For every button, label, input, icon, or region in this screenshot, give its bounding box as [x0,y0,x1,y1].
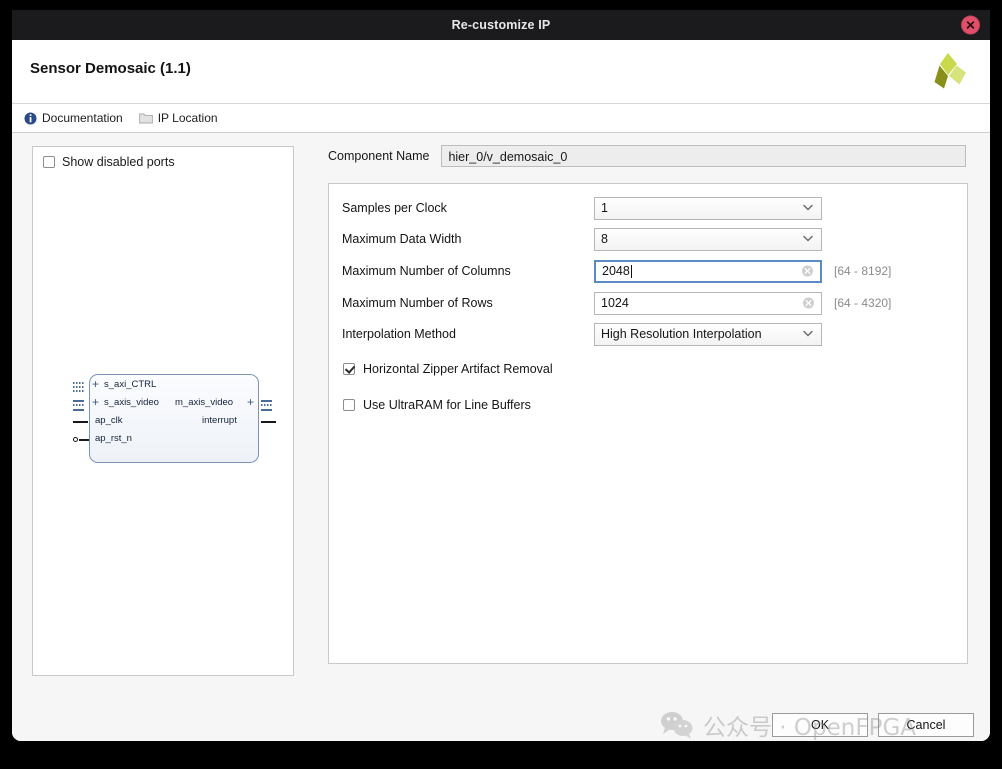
chevron-down-icon [803,205,813,212]
hint-maximum-number-of-columns: [64 - 8192] [834,264,891,278]
select-maximum-data-width-value: 8 [601,232,608,246]
page-title: Sensor Demosaic (1.1) [30,60,191,77]
label-maximum-number-of-columns: Maximum Number of Columns [342,264,594,278]
hint-maximum-number-of-rows: [64 - 4320] [834,296,891,310]
ip-location-label: IP Location [158,111,218,125]
port-label-interrupt: interrupt [202,415,237,426]
ok-button[interactable]: OK [772,713,868,737]
input-maximum-number-of-columns-value: 2048 [602,264,630,278]
input-maximum-number-of-rows[interactable]: 1024 [594,292,822,315]
text-cursor [631,265,632,278]
port-label-ap-rst-n: ap_rst_n [95,433,132,444]
label-maximum-data-width: Maximum Data Width [342,232,594,246]
show-disabled-ports-label: Show disabled ports [62,155,175,169]
clear-columns-icon[interactable] [802,266,813,277]
re-customize-ip-dialog: Re-customize IP Sensor Demosaic (1.1) [12,10,990,741]
xilinx-logo-icon [926,50,970,94]
close-small-icon [805,300,812,307]
dialog-toolbar: Documentation IP Location [12,104,990,133]
s-axis-video-expand-icon[interactable]: + [92,396,99,408]
m-axis-video-pin-icon [261,400,272,412]
ip-location-link[interactable]: IP Location [139,111,218,125]
dialog-footer: OK Cancel [12,693,990,741]
dialog-title: Re-customize IP [452,18,551,32]
checkbox-use-ultraram-for-line-buffers[interactable]: Use UltraRAM for Line Buffers [343,398,531,412]
close-button[interactable] [961,16,980,35]
interrupt-pin-icon [261,421,276,423]
field-maximum-number-of-columns: Maximum Number of Columns 2048 [64 - 819… [342,259,891,283]
chevron-down-icon [803,331,813,338]
s-axi-ctrl-pin-icon [73,382,84,394]
select-interpolation-method-value: High Resolution Interpolation [601,327,762,341]
select-interpolation-method[interactable]: High Resolution Interpolation [594,323,822,346]
close-icon [966,21,975,30]
field-samples-per-clock: Samples per Clock 1 [342,196,822,220]
label-samples-per-clock: Samples per Clock [342,201,594,215]
component-name-label: Component Name [328,149,429,163]
ap-rst-n-invert-icon [73,437,78,442]
close-small-icon [804,268,811,275]
show-disabled-ports-box [43,156,55,168]
input-maximum-number-of-rows-value: 1024 [601,296,629,310]
field-interpolation-method: Interpolation Method High Resolution Int… [342,322,822,346]
clear-rows-icon[interactable] [803,298,814,309]
show-disabled-ports-checkbox[interactable]: Show disabled ports [33,147,293,169]
dialog-titlebar: Re-customize IP [12,10,990,40]
use-ultraram-label: Use UltraRAM for Line Buffers [363,398,531,412]
port-label-ap-clk: ap_clk [95,415,122,426]
component-name-input[interactable]: hier_0/v_demosaic_0 [441,145,966,167]
ap-rst-n-pin-line [79,439,89,441]
field-maximum-number-of-rows: Maximum Number of Rows 1024 [64 - 4320] [342,291,891,315]
select-maximum-data-width[interactable]: 8 [594,228,822,251]
select-samples-per-clock-value: 1 [601,201,608,215]
port-label-m-axis-video: m_axis_video [175,397,233,408]
select-samples-per-clock[interactable]: 1 [594,197,822,220]
input-maximum-number-of-columns[interactable]: 2048 [594,260,822,283]
horizontal-zipper-box [343,363,355,375]
port-label-s-axis-video: s_axis_video [104,397,159,408]
label-interpolation-method: Interpolation Method [342,327,594,341]
ap-clk-pin-icon [73,421,88,423]
ports-preview-panel: Show disabled ports [32,146,294,676]
folder-icon [139,112,153,124]
ip-block-diagram: + + s_axi_CTRL s_axis_video ap_clk ap_rs… [71,370,293,474]
s-axi-ctrl-expand-icon[interactable]: + [92,378,99,390]
s-axis-video-pin-icon [73,400,84,412]
label-maximum-number-of-rows: Maximum Number of Rows [342,296,594,310]
info-icon [24,112,37,125]
chevron-down-icon [803,236,813,243]
dialog-header: Sensor Demosaic (1.1) [12,40,990,104]
documentation-link[interactable]: Documentation [24,111,123,125]
dialog-body: Show disabled ports [12,133,990,693]
field-maximum-data-width: Maximum Data Width 8 [342,227,822,251]
m-axis-video-expand-icon[interactable]: + [247,396,254,408]
use-ultraram-box [343,399,355,411]
documentation-label: Documentation [42,111,123,125]
ip-config-panel: Samples per Clock 1 Maximum Data Width 8 [328,183,968,664]
component-name-row: Component Name hier_0/v_demosaic_0 [328,145,966,167]
screen: Re-customize IP Sensor Demosaic (1.1) [0,0,1002,769]
checkbox-horizontal-zipper-artifact-removal[interactable]: Horizontal Zipper Artifact Removal [343,362,553,376]
port-label-s-axi-ctrl: s_axi_CTRL [104,379,156,390]
cancel-button[interactable]: Cancel [878,713,974,737]
horizontal-zipper-label: Horizontal Zipper Artifact Removal [363,362,553,376]
